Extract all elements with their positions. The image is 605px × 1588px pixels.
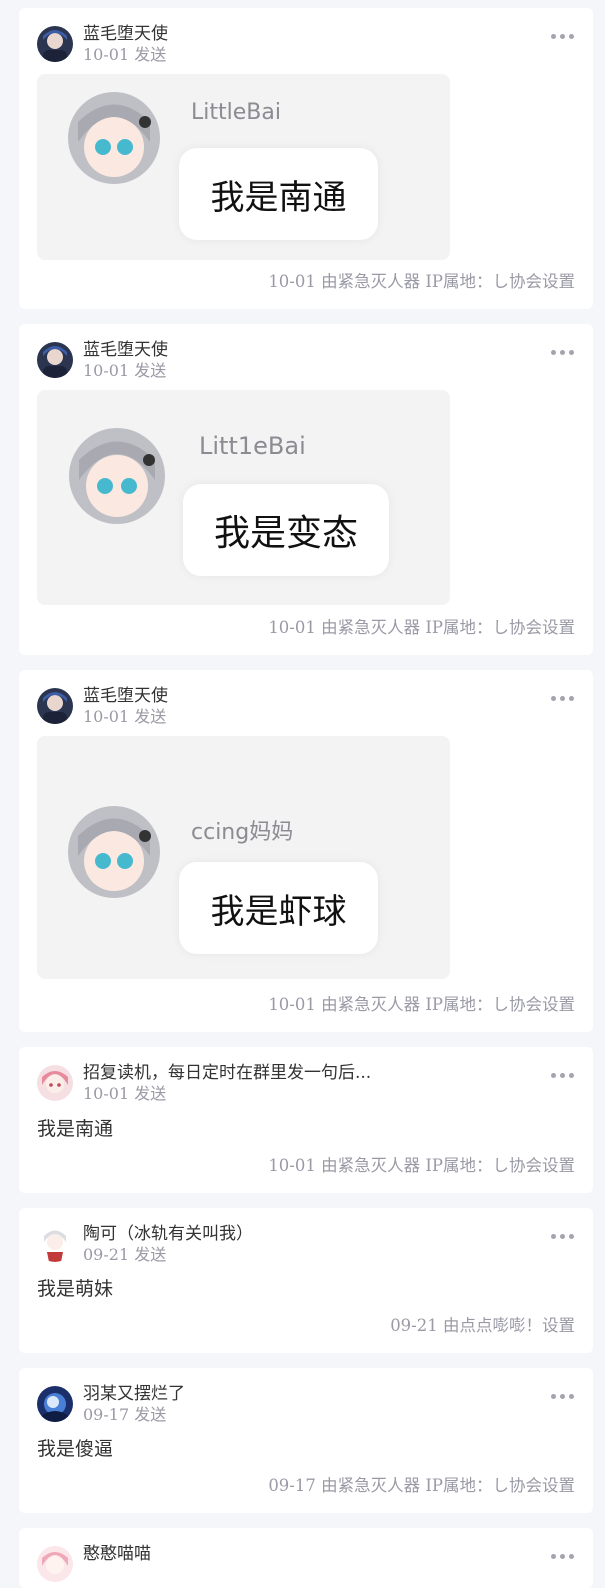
post-card: 蓝毛堕天使 10-01 发送 LittleBai 我是南通 10-01 由紧急灭… [19,8,593,309]
user-avatar[interactable] [37,1065,73,1101]
author-name[interactable]: 蓝毛堕天使 [83,24,168,44]
post-footer: 09-17 由紧急灭人器 IP属地：し协会设置 [268,1476,575,1495]
message-feed: 蓝毛堕天使 10-01 发送 LittleBai 我是南通 10-01 由紧急灭… [0,0,605,1588]
user-avatar[interactable] [37,1226,73,1262]
post-header: 蓝毛堕天使 10-01 发送 [37,340,577,380]
post-card: 蓝毛堕天使 10-01 发送 Litt1eBai 我是变态 10-01 由紧急灭… [19,324,593,655]
author-name[interactable]: 蓝毛堕天使 [83,686,168,706]
post-header: 蓝毛堕天使 10-01 发送 [37,24,577,64]
post-header: 蓝毛堕天使 10-01 发送 [37,686,577,726]
post-header: 羽某又摆烂了 09-17 发送 [37,1384,577,1424]
post-date: 10-01 发送 [83,361,167,380]
sticker-bubble: 我是变态 [183,484,389,576]
author-name[interactable]: 憨憨喵喵 [83,1544,151,1564]
sticker-avatar [68,806,160,898]
sticker-author: LittleBai [191,100,281,125]
more-options-icon[interactable] [549,1071,577,1079]
sticker-bubble: 我是虾球 [179,862,378,954]
post-footer: 10-01 由紧急灭人器 IP属地：し协会设置 [268,618,575,637]
post-date: 10-01 发送 [83,45,167,64]
more-options-icon[interactable] [549,1232,577,1240]
message-text: 我是南通 [37,1118,114,1140]
user-avatar[interactable] [37,26,73,62]
user-avatar[interactable] [37,1546,73,1582]
user-avatar[interactable] [37,688,73,724]
message-text: 我是傻逼 [37,1438,114,1460]
author-name[interactable]: 蓝毛堕天使 [83,340,168,360]
sticker-image[interactable]: Litt1eBai 我是变态 [37,390,450,605]
sticker-bubble: 我是南通 [179,148,378,240]
post-card: 憨憨喵喵 [19,1528,593,1588]
post-footer: 10-01 由紧急灭人器 IP属地：し协会设置 [268,1156,575,1175]
more-options-icon[interactable] [549,32,577,40]
post-header: 陶可（冰轨有关叫我） 09-21 发送 [37,1224,577,1264]
sticker-avatar [68,92,160,184]
post-card: 蓝毛堕天使 10-01 发送 ccing妈妈 我是虾球 10-01 由紧急灭人器… [19,670,593,1032]
sticker-avatar [69,428,165,524]
more-options-icon[interactable] [549,694,577,702]
user-avatar[interactable] [37,342,73,378]
sticker-image[interactable]: ccing妈妈 我是虾球 [37,736,450,979]
post-header: 招复读机，每日定时在群里发一句后... 10-01 发送 [37,1063,577,1103]
post-card: 陶可（冰轨有关叫我） 09-21 发送 我是萌妹 09-21 由点点嘭嘭！设置 [19,1208,593,1353]
post-card: 招复读机，每日定时在群里发一句后... 10-01 发送 我是南通 10-01 … [19,1047,593,1193]
more-options-icon[interactable] [549,1552,577,1560]
post-footer: 10-01 由紧急灭人器 IP属地：し协会设置 [268,272,575,291]
user-avatar[interactable] [37,1386,73,1422]
author-name[interactable]: 招复读机，每日定时在群里发一句后... [83,1063,371,1083]
post-footer: 09-21 由点点嘭嘭！设置 [390,1316,575,1335]
more-options-icon[interactable] [549,348,577,356]
sticker-image[interactable]: LittleBai 我是南通 [37,74,450,260]
author-name[interactable]: 羽某又摆烂了 [83,1384,185,1404]
post-date: 09-21 发送 [83,1245,167,1264]
sticker-author: ccing妈妈 [191,820,294,845]
post-footer: 10-01 由紧急灭人器 IP属地：し协会设置 [268,995,575,1014]
post-date: 09-17 发送 [83,1405,167,1424]
more-options-icon[interactable] [549,1392,577,1400]
post-date: 10-01 发送 [83,707,167,726]
author-name[interactable]: 陶可（冰轨有关叫我） [83,1224,253,1244]
message-text: 我是萌妹 [37,1278,114,1300]
post-date: 10-01 发送 [83,1084,167,1103]
sticker-author: Litt1eBai [199,432,306,460]
post-header: 憨憨喵喵 [37,1544,577,1584]
post-card: 羽某又摆烂了 09-17 发送 我是傻逼 09-17 由紧急灭人器 IP属地：し… [19,1368,593,1513]
